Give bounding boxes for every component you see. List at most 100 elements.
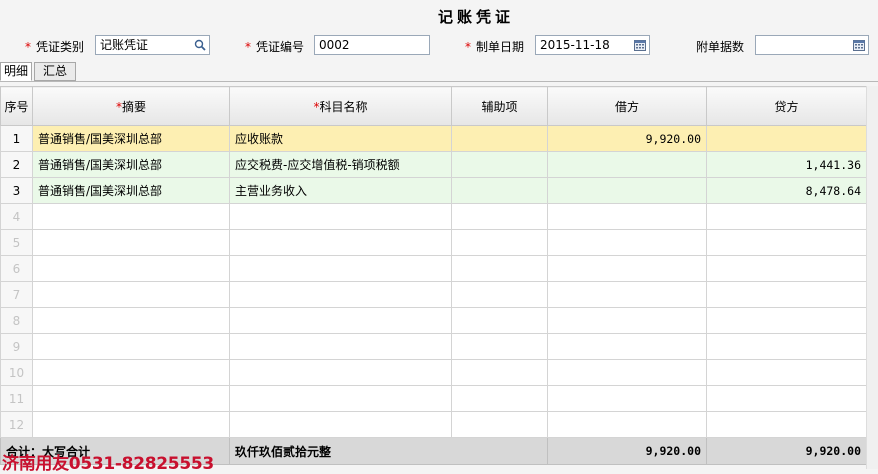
table-row[interactable]: 7 — [0, 281, 867, 308]
table-row[interactable]: 8 — [0, 307, 867, 334]
row-credit-cell[interactable] — [706, 281, 867, 308]
row-aux-cell[interactable] — [451, 177, 548, 204]
row-seq: 3 — [0, 177, 33, 204]
row-credit-cell[interactable] — [706, 255, 867, 282]
row-summary-cell[interactable]: 普通销售/国美深圳总部 — [32, 151, 230, 178]
row-aux-cell[interactable] — [451, 359, 548, 386]
search-icon[interactable] — [194, 39, 206, 51]
table-row[interactable]: 1 普通销售/国美深圳总部 应收账款 9,920.00 — [0, 125, 867, 152]
row-summary-cell[interactable]: 普通销售/国美深圳总部 — [32, 125, 230, 152]
row-credit-cell[interactable] — [706, 359, 867, 386]
table-row[interactable]: 6 — [0, 255, 867, 282]
table-row[interactable]: 3 普通销售/国美深圳总部 主营业务收入 8,478.64 — [0, 177, 867, 204]
row-aux-cell[interactable] — [451, 255, 548, 282]
row-account-cell[interactable]: 应收账款 — [229, 125, 452, 152]
row-credit-cell[interactable] — [706, 203, 867, 230]
page-title: 记账凭证 — [437, 8, 514, 26]
attachments-label: 附单据数 — [696, 40, 745, 54]
row-aux-cell[interactable] — [451, 229, 548, 256]
row-debit-cell[interactable] — [547, 411, 707, 438]
row-debit-cell[interactable] — [547, 281, 707, 308]
row-credit-cell[interactable] — [706, 385, 867, 412]
voucher-grid: 序号 *摘要 *科目名称 辅助项 借方 贷方 1 普通销售/国美深圳总部 应收账款 9… — [0, 86, 867, 465]
grid-scrollbar[interactable] — [866, 86, 878, 469]
row-aux-cell[interactable] — [451, 281, 548, 308]
row-credit-cell[interactable] — [706, 411, 867, 438]
calendar-icon[interactable] — [634, 39, 646, 51]
table-row[interactable]: 12 — [0, 411, 867, 438]
watermark-text: 济南用友0531-82825553 — [2, 454, 214, 474]
row-debit-cell[interactable] — [547, 333, 707, 360]
voucher-number-field[interactable]: 0002 — [314, 35, 430, 55]
entry-date-field[interactable]: 2015-11-18 — [535, 35, 650, 55]
row-aux-cell[interactable] — [451, 307, 548, 334]
row-account-cell[interactable] — [229, 333, 452, 360]
row-seq: 10 — [0, 359, 33, 386]
voucher-type-field[interactable]: 记账凭证 — [95, 35, 210, 55]
row-debit-cell[interactable] — [547, 359, 707, 386]
calendar-icon[interactable] — [853, 39, 865, 51]
voucher-number-value: 0002 — [319, 38, 350, 52]
row-account-cell[interactable] — [229, 281, 452, 308]
row-seq: 6 — [0, 255, 33, 282]
row-account-cell[interactable] — [229, 255, 452, 282]
row-seq: 9 — [0, 333, 33, 360]
row-debit-cell[interactable] — [547, 307, 707, 334]
row-debit-cell[interactable] — [547, 203, 707, 230]
row-account-cell[interactable] — [229, 359, 452, 386]
row-aux-cell[interactable] — [451, 385, 548, 412]
col-header-aux: 辅助项 — [451, 86, 548, 126]
row-account-cell[interactable]: 主营业务收入 — [229, 177, 452, 204]
table-row[interactable]: 2 普通销售/国美深圳总部 应交税费-应交增值税-销项税额 1,441.36 — [0, 151, 867, 178]
total-debit: 9,920.00 — [547, 437, 707, 465]
row-debit-cell[interactable] — [547, 255, 707, 282]
row-summary-cell[interactable] — [32, 307, 230, 334]
row-seq: 5 — [0, 229, 33, 256]
row-account-cell[interactable] — [229, 307, 452, 334]
row-summary-cell[interactable] — [32, 411, 230, 438]
table-row[interactable]: 5 — [0, 229, 867, 256]
row-account-cell[interactable]: 应交税费-应交增值税-销项税额 — [229, 151, 452, 178]
table-row[interactable]: 10 — [0, 359, 867, 386]
col-header-debit: 借方 — [547, 86, 707, 126]
row-seq: 2 — [0, 151, 33, 178]
table-row[interactable]: 4 — [0, 203, 867, 230]
row-aux-cell[interactable] — [451, 125, 548, 152]
row-aux-cell[interactable] — [451, 151, 548, 178]
row-aux-cell[interactable] — [451, 203, 548, 230]
total-amount-words: 玖仟玖佰贰拾元整 — [229, 437, 548, 465]
row-summary-cell[interactable] — [32, 385, 230, 412]
row-account-cell[interactable] — [229, 385, 452, 412]
row-account-cell[interactable] — [229, 411, 452, 438]
row-account-cell[interactable] — [229, 229, 452, 256]
table-row[interactable]: 9 — [0, 333, 867, 360]
row-account-cell[interactable] — [229, 203, 452, 230]
row-aux-cell[interactable] — [451, 333, 548, 360]
row-seq: 8 — [0, 307, 33, 334]
row-summary-cell[interactable] — [32, 229, 230, 256]
tab-detail[interactable]: 明细 — [0, 62, 32, 81]
row-summary-cell[interactable] — [32, 255, 230, 282]
row-summary-cell[interactable] — [32, 203, 230, 230]
row-credit-cell[interactable] — [706, 125, 867, 152]
table-row[interactable]: 11 — [0, 385, 867, 412]
row-debit-cell[interactable]: 9,920.00 — [547, 125, 707, 152]
attachments-field[interactable] — [755, 35, 869, 55]
row-credit-cell[interactable] — [706, 229, 867, 256]
row-debit-cell[interactable] — [547, 177, 707, 204]
tab-summary[interactable]: 汇总 — [34, 62, 76, 81]
row-summary-cell[interactable] — [32, 333, 230, 360]
row-credit-cell[interactable]: 1,441.36 — [706, 151, 867, 178]
row-debit-cell[interactable] — [547, 151, 707, 178]
row-summary-cell[interactable]: 普通销售/国美深圳总部 — [32, 177, 230, 204]
row-summary-cell[interactable] — [32, 359, 230, 386]
row-aux-cell[interactable] — [451, 411, 548, 438]
row-seq: 1 — [0, 125, 33, 152]
col-header-summary: *摘要 — [32, 86, 230, 126]
row-debit-cell[interactable] — [547, 385, 707, 412]
row-credit-cell[interactable] — [706, 333, 867, 360]
row-debit-cell[interactable] — [547, 229, 707, 256]
row-summary-cell[interactable] — [32, 281, 230, 308]
row-credit-cell[interactable]: 8,478.64 — [706, 177, 867, 204]
row-credit-cell[interactable] — [706, 307, 867, 334]
